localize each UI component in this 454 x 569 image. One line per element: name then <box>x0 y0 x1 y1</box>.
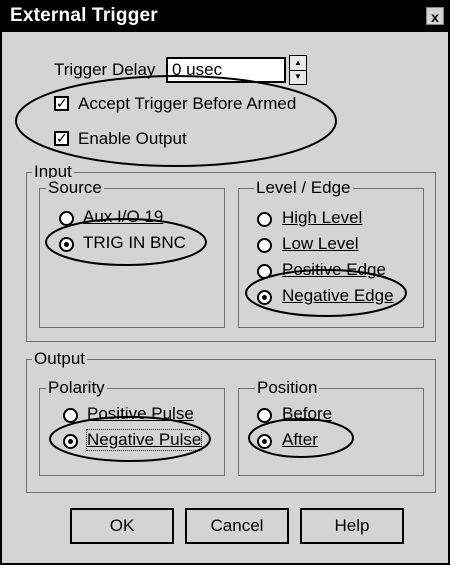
title-bar: External Trigger x <box>2 2 448 32</box>
radio-negative-edge[interactable] <box>257 290 272 305</box>
output-group-label: Output <box>32 349 88 369</box>
enable-output-checkbox[interactable]: ✓ <box>54 131 69 146</box>
position-group-label: Position <box>255 378 320 398</box>
radio-negative-pulse[interactable] <box>63 434 78 449</box>
radio-selected-dot <box>262 439 267 444</box>
enable-output-label: Enable Output <box>78 129 187 148</box>
accept-before-armed-checkbox[interactable]: ✓ <box>54 96 69 111</box>
radio-selected-dot <box>64 242 69 247</box>
radio-positive-edge[interactable] <box>257 264 272 279</box>
radio-low-level[interactable] <box>257 238 272 253</box>
radio-selected-dot <box>262 295 267 300</box>
source-group-label: Source <box>46 178 104 198</box>
high-level-label: High Level <box>282 208 363 227</box>
trigger-delay-input[interactable]: 0 usec <box>166 57 286 83</box>
positive-pulse-label: Positive Pulse <box>87 404 194 423</box>
radio-positive-pulse[interactable] <box>63 408 78 423</box>
external-trigger-dialog: External Trigger x Trigger Delay 0 usec … <box>0 0 450 565</box>
trig-in-bnc-label: TRIG IN BNC <box>83 233 186 252</box>
radio-after[interactable] <box>257 434 272 449</box>
radio-aux-io-19[interactable] <box>59 211 74 226</box>
trigger-delay-label: Trigger Delay <box>54 60 156 79</box>
level-edge-group-label: Level / Edge <box>254 178 353 198</box>
low-level-label: Low Level <box>282 234 359 253</box>
ok-button[interactable]: OK <box>70 508 174 544</box>
window-title: External Trigger <box>10 5 158 26</box>
help-button[interactable]: Help <box>300 508 404 544</box>
trigger-delay-spinner[interactable]: ▲ ▼ <box>289 55 307 85</box>
after-label: After <box>282 430 318 449</box>
aux-io-19-label: Aux I/O 19 <box>83 207 164 226</box>
spin-down-icon[interactable]: ▼ <box>290 70 306 84</box>
close-icon[interactable]: x <box>426 7 444 25</box>
polarity-group-label: Polarity <box>46 378 107 398</box>
radio-high-level[interactable] <box>257 212 272 227</box>
accept-before-armed-label: Accept Trigger Before Armed <box>78 94 297 113</box>
negative-edge-label: Negative Edge <box>282 286 394 305</box>
before-label: Before <box>282 404 333 423</box>
cancel-button[interactable]: Cancel <box>185 508 289 544</box>
position-group <box>238 388 424 476</box>
radio-before[interactable] <box>257 408 272 423</box>
radio-selected-dot <box>68 439 73 444</box>
negative-pulse-label: Negative Pulse <box>85 429 203 451</box>
spin-up-icon[interactable]: ▲ <box>290 56 306 71</box>
radio-trig-in-bnc[interactable] <box>59 237 74 252</box>
positive-edge-label: Positive Edge <box>282 260 386 279</box>
